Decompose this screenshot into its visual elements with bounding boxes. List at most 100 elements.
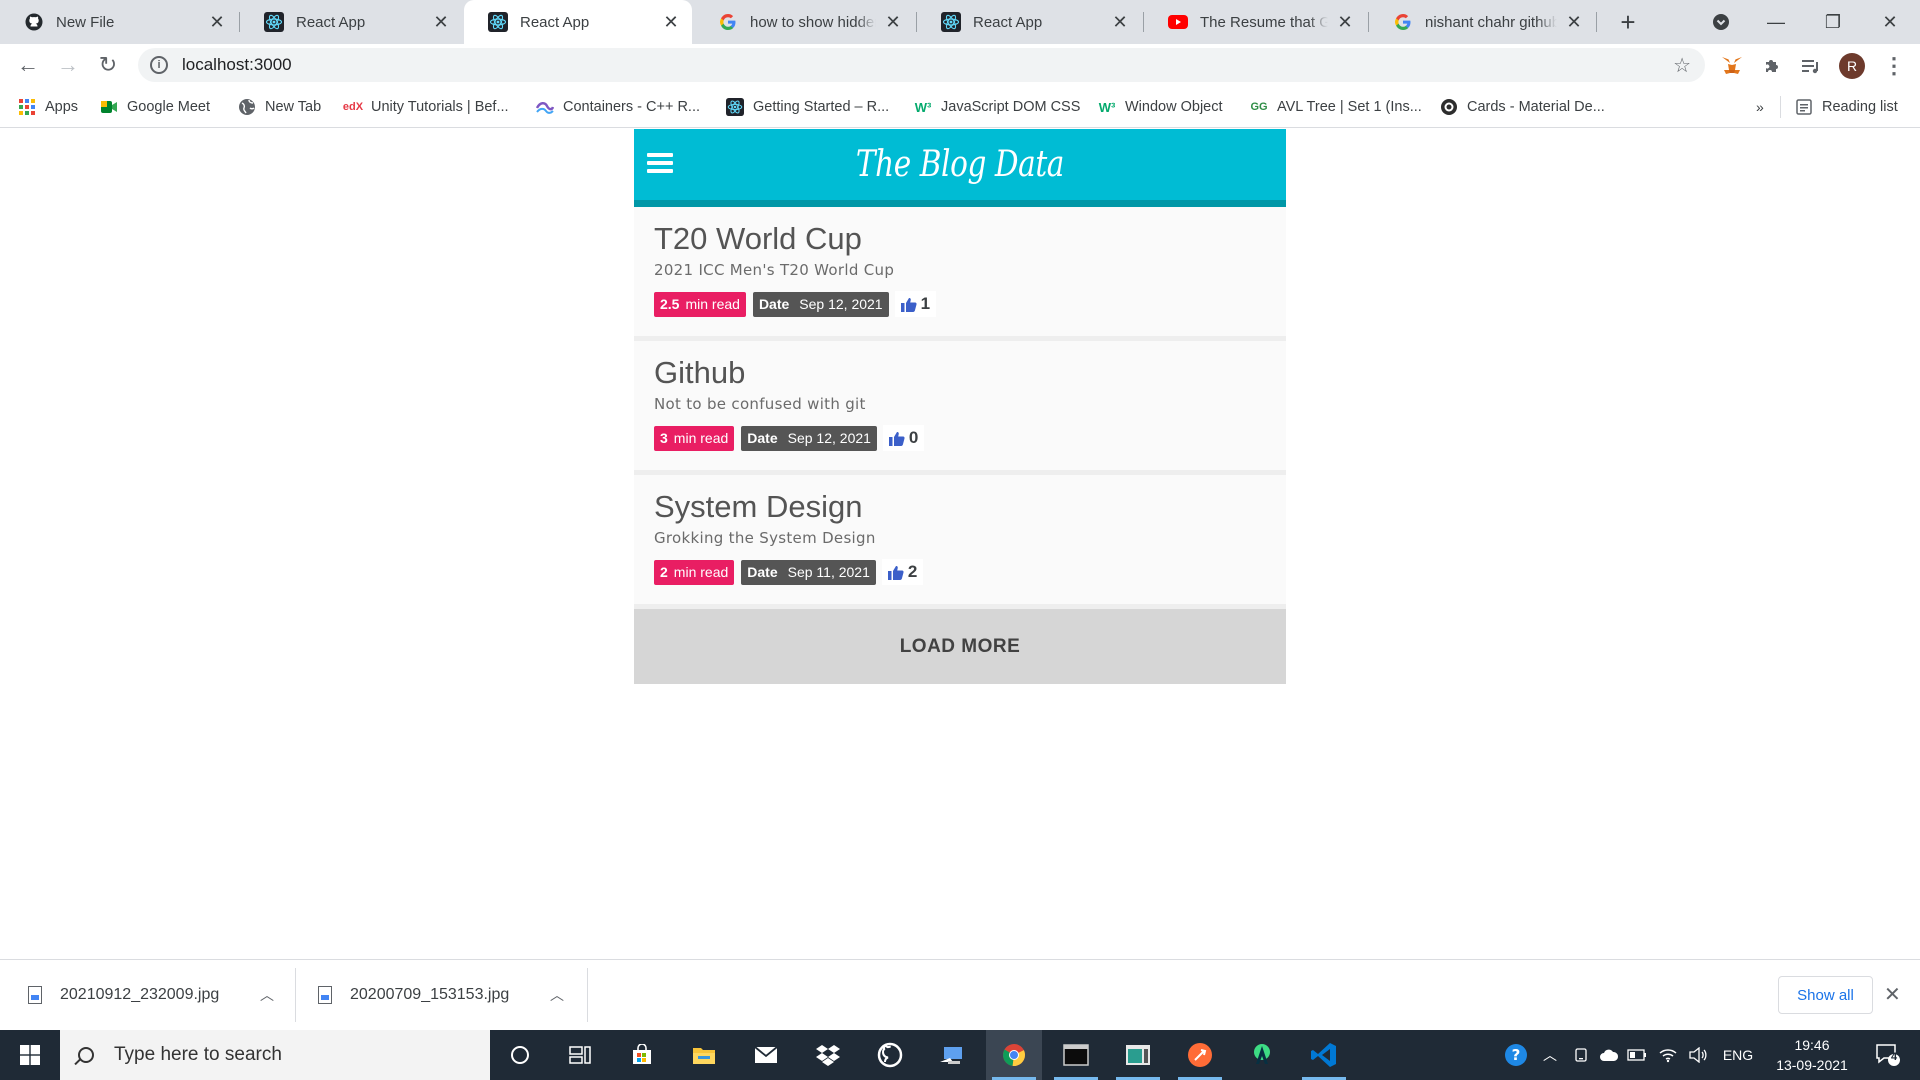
back-arrow-icon[interactable]: ←: [12, 49, 44, 81]
metamask-fox-icon[interactable]: [1718, 52, 1746, 80]
postman-icon[interactable]: [1172, 1030, 1228, 1080]
bookmark-new-tab[interactable]: New Tab: [238, 95, 321, 119]
tab-title: React App: [296, 13, 366, 31]
thumbs-up-icon[interactable]: [887, 565, 904, 580]
close-tab-icon[interactable]: ✕: [1563, 11, 1585, 33]
close-tab-icon[interactable]: ✕: [1334, 11, 1356, 33]
close-tab-icon[interactable]: ✕: [882, 11, 904, 33]
read-time-value: 2.5: [660, 296, 680, 312]
dropbox-icon[interactable]: [800, 1030, 856, 1080]
hamburger-menu-icon[interactable]: [646, 151, 674, 175]
reading-list-button[interactable]: Reading list: [1795, 95, 1898, 119]
post-card[interactable]: System Design Grokking the System Design…: [634, 475, 1286, 609]
remote-desktop-icon[interactable]: [924, 1030, 980, 1080]
new-tab-button[interactable]: +: [1612, 6, 1644, 38]
more-bookmarks-chevron[interactable]: »: [1756, 95, 1764, 119]
mail-icon[interactable]: [738, 1030, 794, 1080]
post-title[interactable]: Github: [654, 355, 1266, 391]
minimize-icon[interactable]: —: [1753, 0, 1799, 44]
like-button[interactable]: 0: [882, 425, 925, 451]
bookmark-unity-tutorials[interactable]: edX Unity Tutorials | Bef...: [343, 95, 509, 119]
bookmark-avl-tree[interactable]: GG AVL Tree | Set 1 (Ins...: [1250, 95, 1422, 119]
bookmark-label: Unity Tutorials | Bef...: [371, 99, 509, 115]
android-studio-icon[interactable]: [1234, 1030, 1290, 1080]
bookmark-containers-cpp[interactable]: Containers - C++ R...: [536, 95, 700, 119]
github-desktop-icon[interactable]: [862, 1030, 918, 1080]
download-filename[interactable]: 20210912_232009.jpg: [60, 986, 219, 1004]
windows-start-icon[interactable]: [0, 1030, 60, 1080]
action-center-notification-icon[interactable]: 4: [1866, 1030, 1910, 1080]
close-tab-icon[interactable]: ✕: [206, 11, 228, 33]
restore-icon[interactable]: ❐: [1810, 0, 1856, 44]
menu-kebab-icon[interactable]: ⋮: [1880, 52, 1908, 80]
task-view-icon[interactable]: [552, 1030, 608, 1080]
post-title[interactable]: System Design: [654, 489, 1266, 525]
bookmark-window-object[interactable]: W³ Window Object: [1098, 95, 1223, 119]
chevron-up-icon[interactable]: ︿: [550, 985, 564, 1005]
show-hidden-icons-chevron[interactable]: ︿: [1538, 1030, 1562, 1080]
close-tab-icon[interactable]: ✕: [660, 11, 682, 33]
bookmark-javascript-dom-css[interactable]: W³ JavaScript DOM CSS: [914, 95, 1081, 119]
terminal-icon[interactable]: [1048, 1030, 1104, 1080]
react-icon: [941, 12, 961, 32]
tab-react-app-2[interactable]: React App ✕: [917, 0, 1141, 44]
bookmark-star-icon[interactable]: ☆: [1673, 53, 1691, 78]
tab-react-app-1[interactable]: React App ✕: [240, 0, 462, 44]
terminal-app-icon[interactable]: [1110, 1030, 1166, 1080]
help-icon[interactable]: ?: [1500, 1030, 1532, 1080]
battery-icon[interactable]: [1624, 1030, 1650, 1080]
tab-search-icon[interactable]: [1698, 0, 1744, 44]
address-bar[interactable]: i localhost:3000 ☆: [138, 48, 1705, 82]
bookmark-cards-material[interactable]: Cards - Material De...: [1440, 95, 1605, 119]
media-queue-icon[interactable]: [1797, 52, 1825, 80]
close-shelf-icon[interactable]: ✕: [1884, 982, 1901, 1007]
volume-icon[interactable]: [1684, 1030, 1712, 1080]
geeksforgeeks-icon: GG: [1250, 101, 1268, 113]
device-icon[interactable]: [1568, 1030, 1594, 1080]
url-text[interactable]: localhost:3000: [182, 55, 292, 75]
language-indicator[interactable]: ENG: [1718, 1030, 1758, 1080]
bookmark-google-meet[interactable]: Google Meet: [100, 95, 210, 119]
onedrive-cloud-icon[interactable]: [1596, 1030, 1622, 1080]
vscode-icon[interactable]: [1296, 1030, 1352, 1080]
chrome-icon[interactable]: [986, 1030, 1042, 1080]
close-window-icon[interactable]: ✕: [1867, 0, 1913, 44]
image-file-icon: [28, 986, 42, 1004]
like-button[interactable]: 1: [894, 291, 937, 317]
tab-how-to-show-hidden[interactable]: how to show hidden files ✕: [694, 0, 914, 44]
tab-react-app-active[interactable]: React App ✕: [464, 0, 692, 44]
post-card[interactable]: Github Not to be confused with git 3 min …: [634, 341, 1286, 475]
clock-time: 19:46: [1794, 1037, 1830, 1053]
taskbar-clock[interactable]: 19:46 13-09-2021: [1762, 1035, 1862, 1075]
bookmark-label: AVL Tree | Set 1 (Ins...: [1277, 99, 1422, 115]
download-item[interactable]: 20210912_232009.jpg ︿: [28, 960, 288, 1030]
tab-youtube-resume[interactable]: The Resume that Got ✕: [1144, 0, 1366, 44]
post-title[interactable]: T20 World Cup: [654, 221, 1266, 257]
close-tab-icon[interactable]: ✕: [430, 11, 452, 33]
reload-icon[interactable]: ↻: [92, 49, 124, 81]
load-more-button[interactable]: LOAD MORE: [634, 609, 1286, 684]
tab-google-nishant[interactable]: nishant chahr github ✕: [1369, 0, 1595, 44]
cortana-icon[interactable]: [492, 1030, 548, 1080]
tab-new-file[interactable]: New File ✕: [0, 0, 238, 44]
taskbar-search-input[interactable]: Type here to search: [60, 1030, 490, 1080]
profile-avatar[interactable]: R: [1839, 53, 1865, 79]
file-explorer-icon[interactable]: [676, 1030, 732, 1080]
download-item[interactable]: 20200709_153153.jpg ︿: [318, 960, 578, 1030]
bookmark-getting-started[interactable]: Getting Started – R...: [726, 95, 889, 119]
read-time-badge: 2 min read: [654, 559, 735, 585]
thumbs-up-icon[interactable]: [888, 431, 905, 446]
microsoft-store-icon[interactable]: [614, 1030, 670, 1080]
download-filename[interactable]: 20200709_153153.jpg: [350, 986, 509, 1004]
bookmark-apps[interactable]: Apps: [18, 95, 78, 119]
chevron-up-icon[interactable]: ︿: [260, 985, 274, 1005]
like-button[interactable]: 2: [881, 559, 924, 585]
post-card[interactable]: T20 World Cup 2021 ICC Men's T20 World C…: [634, 207, 1286, 341]
site-info-icon[interactable]: i: [150, 56, 168, 74]
forward-arrow-icon[interactable]: →: [52, 49, 84, 81]
close-tab-icon[interactable]: ✕: [1109, 11, 1131, 33]
thumbs-up-icon[interactable]: [900, 297, 917, 312]
show-all-button[interactable]: Show all: [1778, 976, 1873, 1014]
extensions-puzzle-icon[interactable]: [1758, 52, 1786, 80]
wifi-icon[interactable]: [1654, 1030, 1682, 1080]
